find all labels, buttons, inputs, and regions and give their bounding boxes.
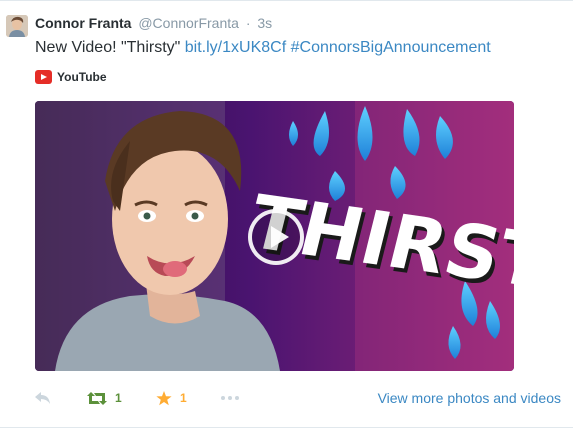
tweet-header: Connor Franta @ConnorFranta · 3s bbox=[35, 15, 272, 31]
retweet-button[interactable]: 1 bbox=[87, 388, 122, 408]
top-divider bbox=[0, 0, 573, 1]
author-name[interactable]: Connor Franta bbox=[35, 15, 131, 31]
play-icon bbox=[271, 226, 289, 248]
star-icon bbox=[156, 390, 172, 405]
more-dots-icon bbox=[221, 396, 239, 400]
avatar[interactable] bbox=[6, 15, 28, 37]
favorite-button[interactable]: 1 bbox=[156, 388, 187, 408]
play-button[interactable] bbox=[248, 209, 304, 265]
timestamp[interactable]: 3s bbox=[257, 15, 272, 31]
tweet-text-prefix: New Video! "Thirsty" bbox=[35, 39, 185, 56]
media-source[interactable]: YouTube bbox=[35, 68, 107, 86]
tweet-card: Connor Franta @ConnorFranta · 3s New Vid… bbox=[0, 0, 573, 428]
tweet-link[interactable]: bit.ly/1xUK8Cf bbox=[185, 39, 286, 56]
author-handle[interactable]: @ConnorFranta bbox=[138, 15, 239, 31]
video-thumbnail[interactable]: THIRSTY THIRSTY bbox=[35, 101, 514, 371]
youtube-icon bbox=[35, 70, 52, 84]
view-more-link[interactable]: View more photos and videos bbox=[378, 389, 561, 407]
more-options-button[interactable] bbox=[221, 388, 239, 408]
tweet-text: New Video! "Thirsty" bit.ly/1xUK8Cf #Con… bbox=[35, 38, 491, 58]
reply-icon bbox=[35, 392, 50, 404]
hashtag-link[interactable]: #ConnorsBigAnnouncement bbox=[291, 39, 491, 56]
tweet-actions: 1 1 View more photos and videos bbox=[35, 388, 565, 408]
separator-dot: · bbox=[245, 15, 251, 31]
retweet-count: 1 bbox=[115, 391, 122, 405]
reply-button[interactable] bbox=[35, 388, 51, 408]
favorite-count: 1 bbox=[180, 391, 187, 405]
source-label: YouTube bbox=[57, 70, 107, 84]
retweet-icon bbox=[87, 391, 107, 405]
